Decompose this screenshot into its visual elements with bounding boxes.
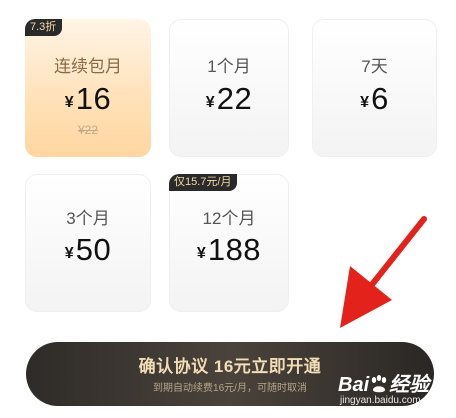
watermark-logo: Bai 经验 bbox=[338, 374, 430, 396]
baidu-jingyan-watermark: Bai 经验 jingyan.baidu.com bbox=[336, 366, 452, 416]
watermark-url: jingyan.baidu.com bbox=[340, 395, 421, 406]
red-arrow-icon bbox=[340, 216, 427, 328]
paw-icon bbox=[371, 375, 387, 393]
